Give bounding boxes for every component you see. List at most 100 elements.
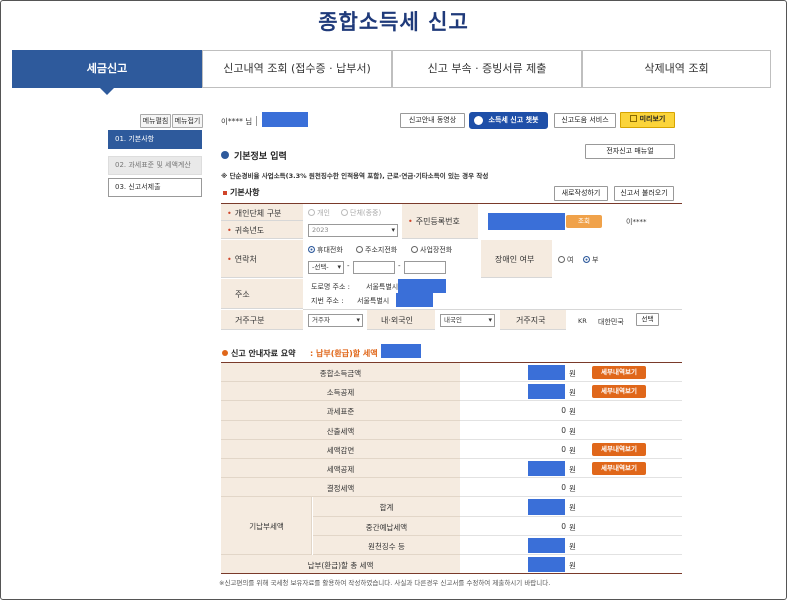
- road-address-masked: [398, 279, 446, 293]
- detail-button[interactable]: 세부내역보기: [592, 366, 646, 379]
- radio-dot: [341, 209, 348, 216]
- menu-expand-button[interactable]: 메뉴펼침: [140, 114, 171, 128]
- row-value: 0: [561, 444, 566, 454]
- row-label: 산출세액: [326, 426, 355, 436]
- road-address-value: 서울특별시: [366, 283, 399, 291]
- rrn-label: 주민등록번호: [408, 216, 460, 227]
- rrn-lookup-button[interactable]: 조회: [566, 215, 602, 228]
- row-label: 세액공제: [326, 465, 355, 474]
- radio-label: 휴대전화: [317, 246, 343, 254]
- summary-bottom-border: [221, 573, 682, 574]
- new-write-button[interactable]: 새로작성하기: [554, 186, 608, 201]
- summary-masked-value: [381, 344, 421, 358]
- disabled-no-radio[interactable]: 부: [583, 255, 598, 265]
- won-unit: 원: [569, 426, 576, 436]
- contact-business-radio[interactable]: 사업장전화: [411, 245, 452, 255]
- detail-button[interactable]: 세부내역보기: [592, 462, 646, 475]
- won-unit: 원: [569, 522, 576, 532]
- contact-label-cell: 연락처: [221, 240, 303, 278]
- sidebar-item-submit[interactable]: 03. 신고서제출: [108, 178, 202, 197]
- help-service-button[interactable]: 신고도움 서비스: [554, 113, 616, 128]
- nationality-select[interactable]: 내국인: [440, 314, 495, 327]
- divider: [256, 116, 257, 126]
- country-code: KR: [578, 317, 587, 325]
- masked-value: [528, 499, 565, 515]
- masked-value: [262, 112, 308, 127]
- footer-note: ※신고편의를 위해 국세청 보유자료를 활용하여 작성하였습니다. 사실과 다른…: [219, 579, 551, 587]
- summary-highlight: : 납부(환급)할 세액: [310, 349, 378, 358]
- menu-collapse-button[interactable]: 메뉴접기: [172, 114, 203, 128]
- tab-tax-filing[interactable]: 세금신고: [12, 50, 202, 95]
- row-value: 0: [561, 521, 566, 531]
- summary-title: 신고 안내자료 요약: [231, 349, 296, 358]
- won-unit: 원: [569, 484, 576, 494]
- nationality-label-cell: 내·외국인: [367, 310, 435, 330]
- won-unit: 원: [569, 388, 576, 398]
- rrn-masked-value: [488, 213, 565, 230]
- masked-value: [528, 384, 565, 400]
- notice-text: ※ 단순경비율 사업소득(3.3% 원천징수한 인적용역 포함), 근로·연금·…: [221, 172, 489, 180]
- load-return-button[interactable]: 신고서 불러오기: [614, 186, 674, 201]
- radio-label: 개인: [317, 209, 330, 217]
- video-guide-button[interactable]: 신고안내 동영상: [400, 113, 465, 128]
- row-label: 종합소득금액: [319, 369, 362, 378]
- address-label-cell: 주소: [221, 279, 303, 309]
- disabled-label: 장애인 여부: [495, 255, 535, 264]
- chatbot-button[interactable]: 소득세 신고 챗봇: [469, 112, 548, 129]
- tab-attachments[interactable]: 신고 부속 · 증빙서류 제출: [392, 50, 582, 88]
- disabled-yes-radio[interactable]: 여: [558, 255, 573, 265]
- won-unit: 원: [569, 465, 576, 474]
- radio-dot: [583, 256, 590, 263]
- contact-label: 연락처: [227, 254, 257, 265]
- won-unit: 원: [569, 407, 576, 417]
- contact-mobile-radio[interactable]: 휴대전화: [308, 245, 343, 255]
- country-label-cell: 거주지국: [500, 310, 566, 330]
- road-address-label: 도로명 주소 :: [311, 283, 351, 291]
- sidebar-item-tax-calc[interactable]: 02. 과세표준 및 세액계산: [108, 156, 202, 175]
- prepaid-group-label: 기납부세액: [249, 522, 284, 532]
- phone-middle-input[interactable]: [353, 261, 395, 274]
- main-tabs: 세금신고 신고내역 조회 (접수증 · 납부서) 신고 부속 · 증빙서류 제출…: [12, 50, 771, 95]
- year-select[interactable]: 2023: [308, 224, 398, 237]
- row-value: 0: [561, 425, 566, 435]
- tab-deleted-history[interactable]: 삭제내역 조회: [582, 50, 771, 88]
- residence-label: 거주구분: [235, 316, 265, 325]
- summary-bullet-icon: [222, 350, 228, 356]
- residence-select[interactable]: 거주자: [308, 314, 363, 327]
- country-select-button[interactable]: 선택: [636, 313, 659, 326]
- phone-dash-1: -: [347, 262, 350, 270]
- entity-individual-radio[interactable]: 개인: [308, 208, 330, 218]
- masked-value: [528, 461, 565, 477]
- preview-label: 미리보기: [639, 115, 666, 123]
- detail-button[interactable]: 세부내역보기: [592, 442, 646, 456]
- won-unit: 원: [569, 445, 576, 455]
- row-label: 중간예납세액: [365, 522, 408, 532]
- divider: [303, 309, 682, 310]
- manual-button[interactable]: 전자신고 매뉴얼: [585, 144, 675, 159]
- sidebar-item-basic[interactable]: 01. 기본사항: [108, 130, 202, 149]
- country-name: 대한민국: [598, 318, 624, 326]
- phone-prefix-select[interactable]: -선택-: [308, 261, 344, 274]
- radio-dot: [558, 256, 565, 263]
- residence-label-cell: 거주구분: [221, 310, 303, 330]
- preview-button[interactable]: 미리보기: [620, 112, 675, 128]
- rrn-name: 이****: [626, 218, 647, 226]
- lot-address-label: 지번 주소 :: [311, 297, 344, 305]
- section-marker-icon: [223, 191, 227, 195]
- radio-dot: [411, 246, 418, 253]
- radio-label: 사업장전화: [420, 246, 453, 254]
- entity-group-radio[interactable]: 단체(종중): [341, 208, 381, 218]
- preview-icon: [629, 115, 637, 122]
- total-masked-value: [528, 557, 565, 573]
- entity-type-label: 개인단체 구분: [227, 208, 282, 219]
- contact-home-radio[interactable]: 주소지전화: [356, 245, 397, 255]
- year-label: 귀속년도: [227, 225, 264, 236]
- disabled-label-cell: 장애인 여부: [481, 240, 552, 278]
- row-value: 0: [561, 483, 566, 493]
- phone-last-input[interactable]: [404, 261, 446, 274]
- detail-button[interactable]: 세부내역보기: [592, 385, 646, 399]
- tab-filing-history[interactable]: 신고내역 조회 (접수증 · 납부서): [202, 50, 392, 88]
- lot-address-value: 서울특별시: [357, 297, 390, 305]
- masked-value: [528, 537, 565, 553]
- radio-label: 부: [592, 256, 599, 264]
